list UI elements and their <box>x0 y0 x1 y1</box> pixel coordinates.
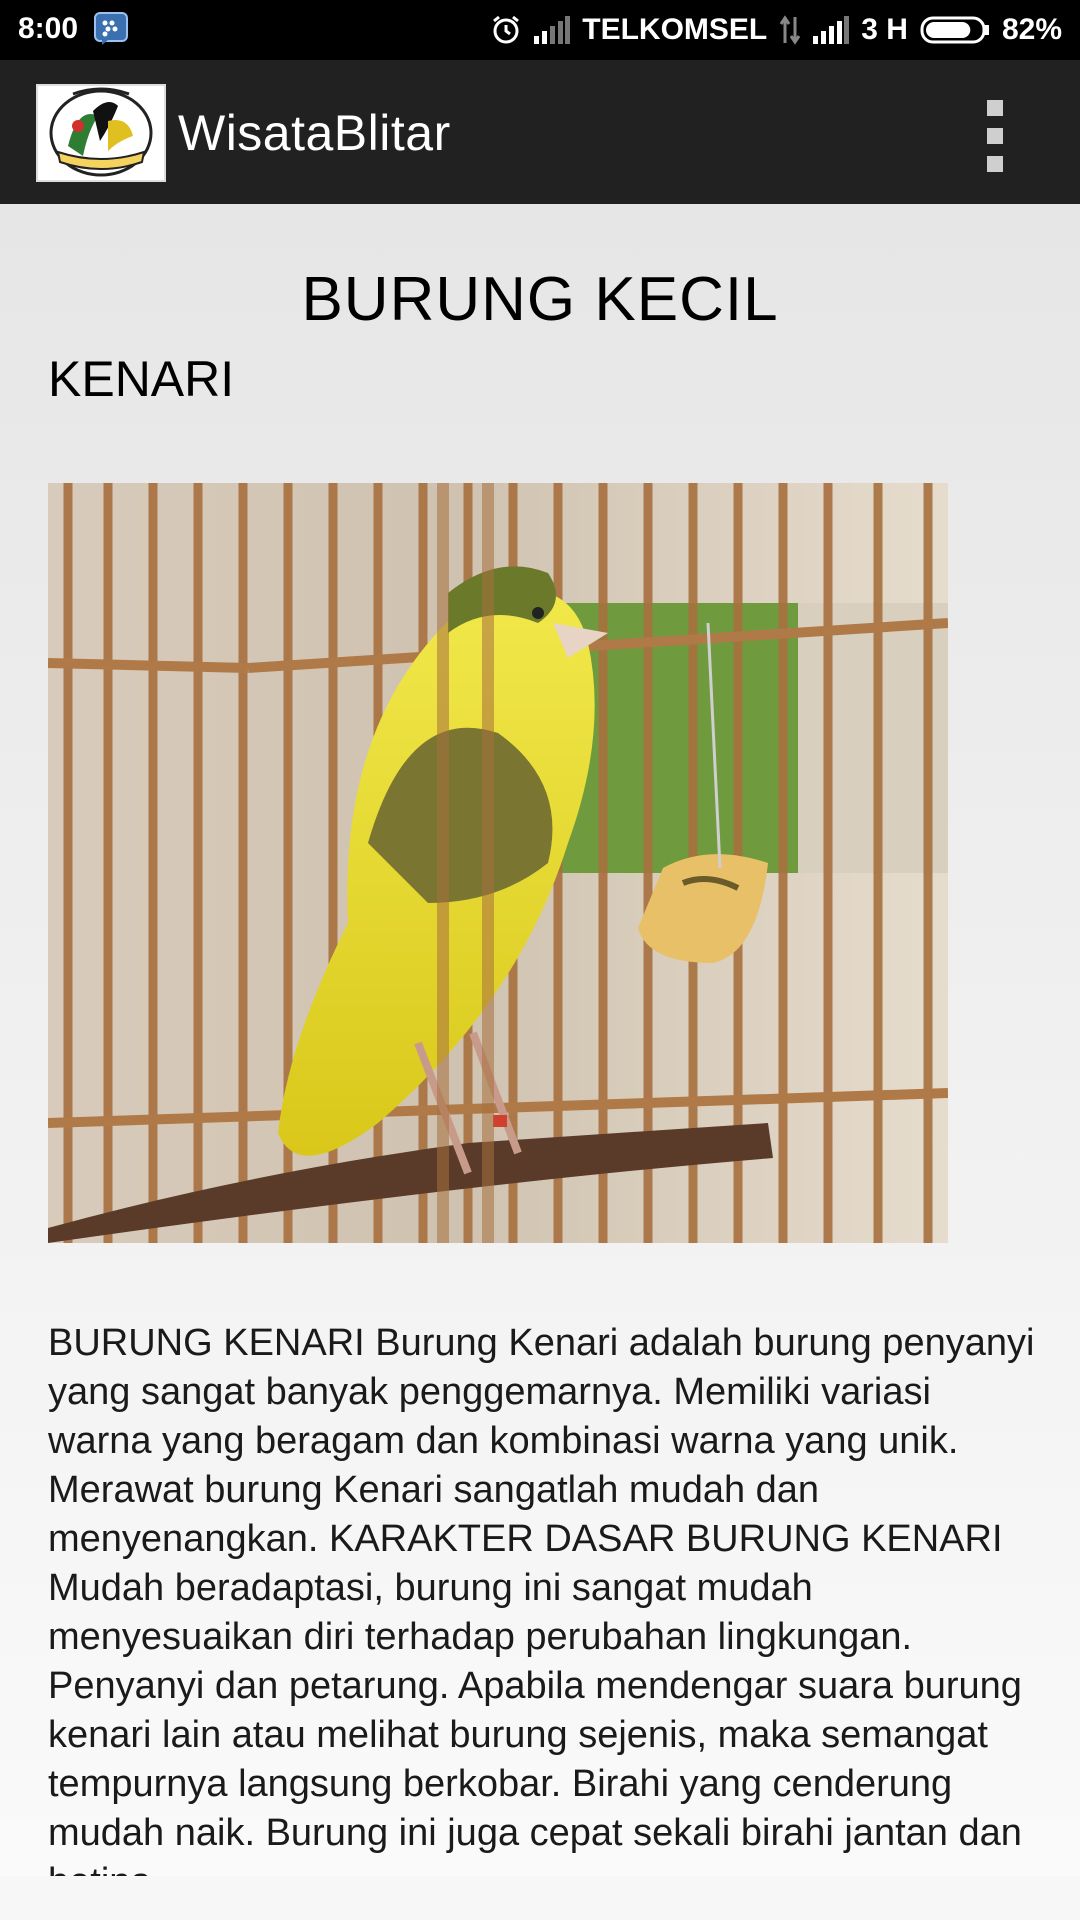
menu-dot <box>987 156 1003 172</box>
page-title: BURUNG KECIL <box>301 265 779 334</box>
status-carrier: TELKOMSEL <box>582 13 768 46</box>
signal-icon <box>534 16 571 44</box>
bottom-edge <box>0 1876 1080 1920</box>
app-title: WisataBlitar <box>178 105 451 161</box>
article-body: BURUNG KENARI Burung Kenari adalah burun… <box>48 1322 1035 1876</box>
bbm-icon <box>94 12 128 46</box>
battery-percent: 82% <box>1001 13 1062 46</box>
status-icons: TELKOMSEL 3 H 82% <box>490 12 1062 48</box>
article-content[interactable]: BURUNG KECIL KENARI BURUNG KENARI Burung… <box>0 204 1080 1876</box>
overflow-menu-icon[interactable] <box>980 100 1010 172</box>
network-type: 3 H <box>861 13 908 46</box>
app-bar: WisataBlitar <box>0 60 1080 212</box>
status-time: 8:00 <box>18 12 79 45</box>
menu-dot <box>987 100 1003 116</box>
canary-in-cage-photo <box>48 483 948 1243</box>
data-arrows-icon <box>779 15 801 45</box>
alarm-icon <box>490 14 522 46</box>
section-title: KENARI <box>48 351 235 407</box>
menu-dot <box>987 128 1003 144</box>
bird-club-logo[interactable] <box>36 84 166 182</box>
battery-icon <box>920 16 990 44</box>
signal-icon <box>813 16 850 44</box>
status-bar: 8:00 TELKOMSEL 3 H 82% <box>0 0 1080 60</box>
